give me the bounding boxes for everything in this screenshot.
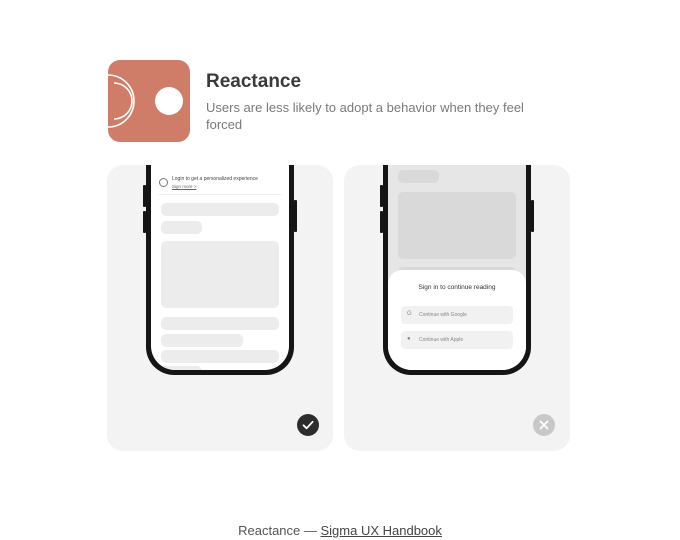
content-placeholder <box>161 203 279 216</box>
checkmark-icon <box>297 414 319 436</box>
content-placeholder <box>161 350 279 363</box>
continue-with-apple-button[interactable]: ● Continue with Apple <box>401 331 513 349</box>
login-prompt-text: Login to get a personalized experience <box>172 176 258 182</box>
close-icon <box>533 414 555 436</box>
figure-caption: Reactance — Sigma UX Handbook <box>0 523 680 538</box>
page-subtitle: Users are less likely to adopt a behavio… <box>206 100 524 132</box>
phone-mockup: Sign in to continue reading G Continue w… <box>380 165 534 375</box>
image-placeholder <box>161 241 279 308</box>
good-example-card: Login to get a personalized experience S… <box>107 165 333 451</box>
content-placeholder <box>161 334 243 347</box>
apple-icon: ● <box>407 336 411 342</box>
login-prompt-banner[interactable]: Login to get a personalized experience S… <box>159 174 281 195</box>
google-icon: G <box>407 311 412 317</box>
content-placeholder <box>161 221 202 234</box>
phone-mockup: Login to get a personalized experience S… <box>143 165 297 375</box>
page-title: Reactance <box>206 71 302 92</box>
handbook-link[interactable]: Sigma UX Handbook <box>320 523 441 538</box>
user-icon <box>159 178 168 187</box>
phone-screen: Login to get a personalized experience S… <box>151 165 289 370</box>
caption-text: Reactance — <box>238 523 321 538</box>
sign-in-sheet: Sign in to continue reading G Continue w… <box>388 270 526 370</box>
content-placeholder <box>161 366 202 370</box>
sheet-title: Sign in to continue reading <box>418 284 496 291</box>
reactance-logo-icon <box>108 60 190 142</box>
continue-with-google-button[interactable]: G Continue with Google <box>401 306 513 324</box>
sign-in-link[interactable]: Sign more > <box>172 184 196 189</box>
content-placeholder <box>161 317 279 330</box>
bad-example-card: Sign in to continue reading G Continue w… <box>344 165 570 451</box>
phone-screen: Sign in to continue reading G Continue w… <box>388 165 526 370</box>
